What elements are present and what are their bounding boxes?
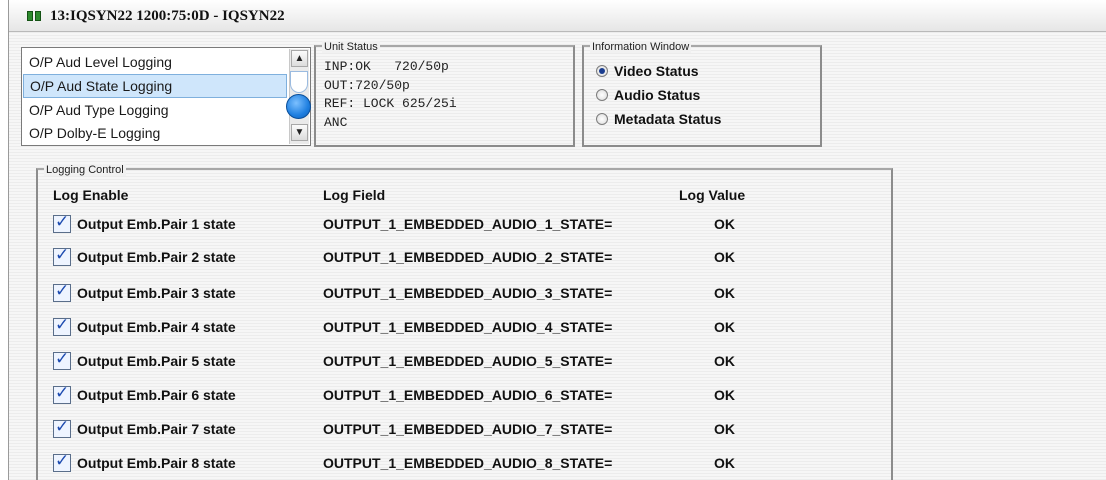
log-row: Output Emb.Pair 1 state OUTPUT_1_EMBEDDE… [9,212,889,245]
unit-status-output: OUT:720/50p [324,78,410,93]
logging-menu-list[interactable]: O/P Aud Level Logging O/P Aud State Logg… [21,47,311,146]
log-enable-checkbox[interactable] [53,315,71,336]
log-enable-checkbox[interactable] [53,245,71,266]
metadata-status-label: Metadata Status [614,111,722,127]
scroll-up-icon[interactable]: ▲ [291,50,308,67]
log-enable-label[interactable]: Output Emb.Pair 8 state [77,455,236,471]
title-bar: 13:IQSYN22 1200:75:0D - IQSYN22 [9,0,1106,32]
log-enable-checkbox[interactable] [53,281,71,302]
log-field: OUTPUT_1_EMBEDDED_AUDIO_5_STATE= [323,353,613,369]
log-field: OUTPUT_1_EMBEDDED_AUDIO_7_STATE= [323,421,613,437]
unit-status-reference: REF: LOCK 625/25i [324,96,457,111]
log-enable-checkbox[interactable] [53,451,71,472]
list-item[interactable]: O/P Dolby-E Logging [23,121,287,145]
scrollbar-track [290,71,308,93]
log-value: OK [714,249,735,265]
log-field-header: Log Field [323,187,386,203]
radio-icon[interactable] [596,89,608,101]
audio-status-label: Audio Status [614,87,701,103]
log-field: OUTPUT_1_EMBEDDED_AUDIO_2_STATE= [323,249,613,265]
log-field: OUTPUT_1_EMBEDDED_AUDIO_8_STATE= [323,455,613,471]
list-item[interactable]: O/P Aud Type Logging [23,98,287,122]
log-value: OK [714,353,735,369]
logging-control-legend: Logging Control [44,164,126,176]
log-enable-label[interactable]: Output Emb.Pair 1 state [77,216,236,232]
log-field: OUTPUT_1_EMBEDDED_AUDIO_6_STATE= [323,387,613,403]
log-enable-label[interactable]: Output Emb.Pair 4 state [77,319,236,335]
log-enable-label[interactable]: Output Emb.Pair 5 state [77,353,236,369]
app-icon [27,11,41,21]
log-row: Output Emb.Pair 7 state OUTPUT_1_EMBEDDE… [9,417,889,450]
log-field: OUTPUT_1_EMBEDDED_AUDIO_3_STATE= [323,285,613,301]
log-row: Output Emb.Pair 8 state OUTPUT_1_EMBEDDE… [9,451,889,480]
log-enable-label[interactable]: Output Emb.Pair 6 state [77,387,236,403]
log-enable-checkbox[interactable] [53,417,71,438]
list-item-selected[interactable]: O/P Aud State Logging [23,74,287,98]
log-row: Output Emb.Pair 5 state OUTPUT_1_EMBEDDE… [9,349,889,382]
log-value: OK [714,319,735,335]
list-item[interactable]: O/P Aud Level Logging [23,50,287,74]
unit-status-input: INP:OK 720/50p [324,59,449,74]
unit-status-legend: Unit Status [322,41,380,53]
unit-status-group: Unit Status INP:OK 720/50p OUT:720/50p R… [314,41,575,147]
information-window-legend: Information Window [590,41,692,53]
unit-status-anc: ANC [324,115,348,130]
scroll-down-icon[interactable]: ▼ [291,124,308,141]
scroll-thumb[interactable] [286,94,311,119]
log-field: OUTPUT_1_EMBEDDED_AUDIO_1_STATE= [323,216,613,232]
log-row: Output Emb.Pair 6 state OUTPUT_1_EMBEDDE… [9,383,889,416]
log-value: OK [714,216,735,232]
log-enable-label[interactable]: Output Emb.Pair 2 state [77,249,236,265]
log-value: OK [714,285,735,301]
radio-icon[interactable] [596,113,608,125]
log-enable-label[interactable]: Output Emb.Pair 7 state [77,421,236,437]
video-status-label: Video Status [614,63,699,79]
information-window-group: Information Window Video Status Audio St… [582,41,822,147]
log-enable-header: Log Enable [53,187,129,203]
log-enable-label[interactable]: Output Emb.Pair 3 state [77,285,236,301]
video-status-option[interactable]: Video Status [596,62,699,80]
log-value: OK [714,455,735,471]
metadata-status-option[interactable]: Metadata Status [596,110,721,128]
log-value-header: Log Value [679,187,746,203]
audio-status-option[interactable]: Audio Status [596,86,700,104]
window-title: 13:IQSYN22 1200:75:0D - IQSYN22 [50,8,285,24]
log-enable-checkbox[interactable] [53,383,71,404]
list-scrollbar[interactable]: ▲ ▼ [286,49,311,144]
log-value: OK [714,421,735,437]
log-enable-checkbox[interactable] [53,349,71,370]
log-field: OUTPUT_1_EMBEDDED_AUDIO_4_STATE= [323,319,613,335]
log-row: Output Emb.Pair 3 state OUTPUT_1_EMBEDDE… [9,281,889,314]
log-value: OK [714,387,735,403]
log-row: Output Emb.Pair 4 state OUTPUT_1_EMBEDDE… [9,315,889,348]
log-enable-checkbox[interactable] [53,212,71,233]
app-window: 13:IQSYN22 1200:75:0D - IQSYN22 O/P Aud … [8,0,1106,480]
log-row: Output Emb.Pair 2 state OUTPUT_1_EMBEDDE… [9,245,889,278]
radio-selected-icon[interactable] [596,65,608,77]
